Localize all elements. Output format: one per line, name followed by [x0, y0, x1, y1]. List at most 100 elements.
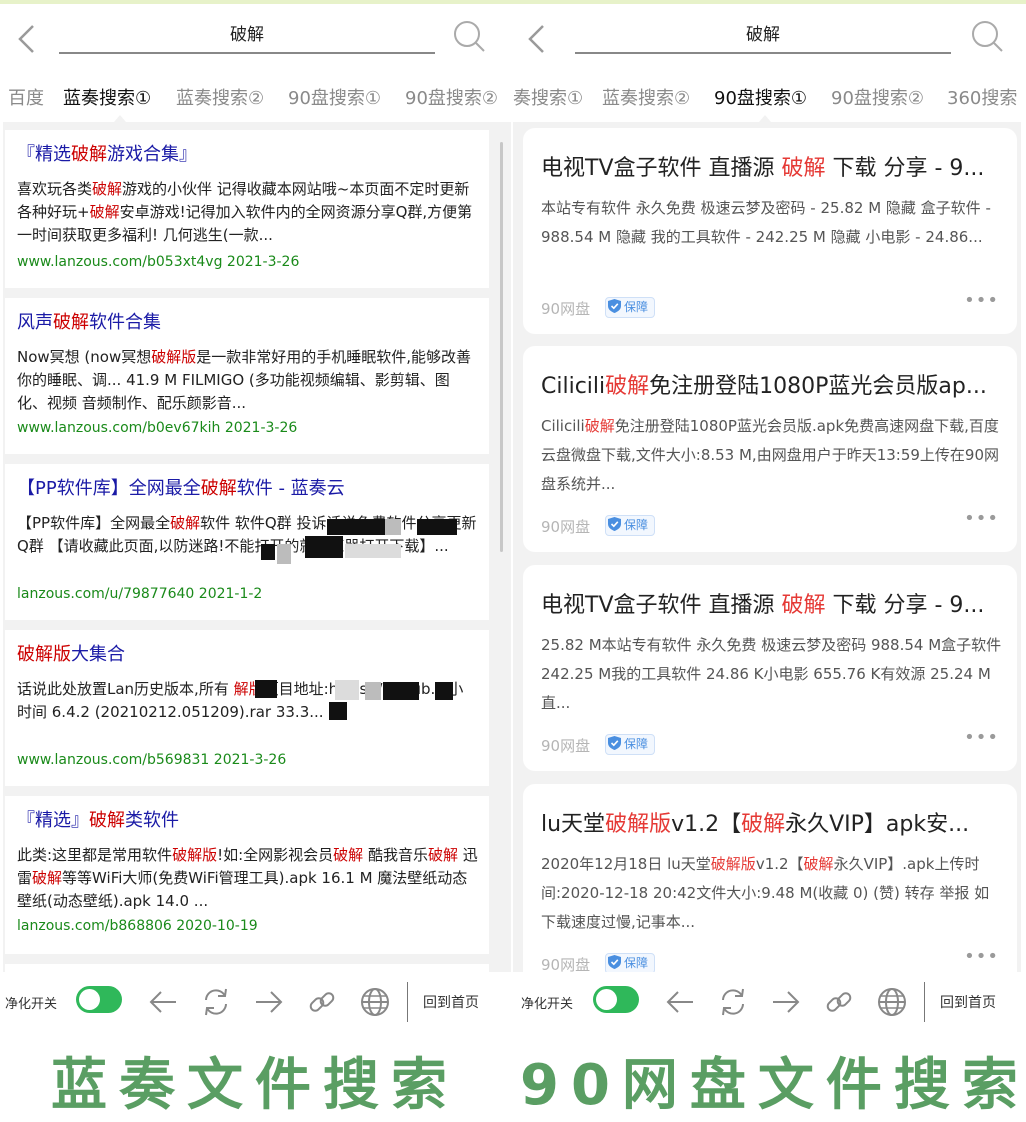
- shield-check-icon: [608, 517, 621, 531]
- result-title[interactable]: 破解版大集合: [17, 640, 477, 666]
- shield-check-icon: [608, 955, 621, 969]
- arrow-right-icon[interactable]: [253, 986, 285, 1018]
- result-card[interactable]: 『精选』破解类软件 此类:这里都是常用软件破解版!如:全网影视会员破解 酷我音乐…: [5, 796, 489, 954]
- search-query-input[interactable]: 破解: [575, 20, 951, 45]
- result-card[interactable]: 破解版大集合 话说此处放置Lan历史版本,所有 解版项目地址:https://g…: [5, 630, 489, 786]
- redaction-block: [365, 682, 381, 700]
- scrollbar[interactable]: [500, 142, 503, 552]
- caption-lanzou: 蓝奏文件搜索: [51, 1053, 459, 1118]
- toolbar-divider: [407, 982, 408, 1022]
- result-description: 【PP软件库】全网最全破解软件 软件Q群 投诉话说免费软件分享更新Q群 【请收藏…: [17, 514, 477, 555]
- toggle-knob: [79, 989, 100, 1010]
- tab-90pan-2[interactable]: 90盘搜索②: [831, 84, 924, 110]
- result-title[interactable]: 电视TV盒子软件 直播源 破解 下载 分享 - 9...: [541, 150, 1003, 182]
- search-header: 破解: [513, 4, 1021, 68]
- search-icon[interactable]: [451, 18, 487, 54]
- tab-lanzou-2[interactable]: 蓝奏搜索②: [176, 84, 264, 110]
- result-title[interactable]: 风声破解软件合集: [17, 308, 477, 334]
- search-icon[interactable]: [969, 18, 1005, 54]
- home-button[interactable]: 回到首页: [423, 992, 479, 1012]
- redaction-block: [345, 544, 401, 558]
- tab-360[interactable]: 360搜索: [947, 84, 1017, 110]
- result-url: lanzous.com/b868806 2020-10-19: [17, 918, 258, 934]
- results-list: 电视TV盒子软件 直播源 破解 下载 分享 - 9... 本站专有软件 永久免费…: [513, 122, 1021, 972]
- result-card[interactable]: 电视TV盒子软件 直播源 破解 下载 分享 - 9... 25.82 M本站专有…: [523, 565, 1017, 771]
- redaction-block: [383, 682, 419, 700]
- result-title[interactable]: 电视TV盒子软件 直播源 破解 下载 分享 - 9...: [541, 587, 1003, 619]
- bottom-toolbar: 净化开关 回到首页: [3, 972, 511, 1034]
- result-title[interactable]: Cilicili破解免注册登陆1080P蓝光会员版ap...: [541, 368, 1003, 400]
- toggle-knob: [596, 989, 617, 1010]
- result-url: www.lanzous.com/b0ev67kih 2021-3-26: [17, 420, 298, 436]
- redaction-block: [385, 519, 401, 535]
- tab-baidu[interactable]: 百度: [8, 84, 44, 110]
- arrow-left-icon[interactable]: [147, 986, 179, 1018]
- redaction-block: [261, 544, 275, 560]
- result-card[interactable]: Cilicili破解免注册登陆1080P蓝光会员版ap... Cilicili破…: [523, 346, 1017, 552]
- tab-lanzou-1[interactable]: 奏搜索①: [513, 84, 583, 110]
- tab-90pan-1[interactable]: 90盘搜索①: [288, 84, 381, 110]
- guarantee-badge: 保障: [605, 515, 656, 536]
- tab-90pan-2[interactable]: 90盘搜索②: [405, 84, 498, 110]
- more-icon[interactable]: •••: [964, 290, 999, 311]
- result-card[interactable]: [5, 964, 489, 972]
- purify-toggle[interactable]: [76, 986, 122, 1013]
- refresh-icon[interactable]: [200, 986, 232, 1018]
- active-tab-indicator: [114, 115, 126, 122]
- result-source: 90网盘: [541, 518, 591, 536]
- active-tab-indicator: [759, 115, 771, 122]
- more-icon[interactable]: •••: [964, 946, 999, 967]
- globe-icon[interactable]: [359, 986, 391, 1018]
- result-description: Cilicili破解免注册登陆1080P蓝光会员版.apk免费高速网盘下载,百度…: [541, 417, 1000, 493]
- search-query-input[interactable]: 破解: [59, 20, 435, 45]
- redaction-block: [329, 702, 347, 720]
- results-list: 『精选破解游戏合集』 喜欢玩各类破解游戏的小伙伴 记得收藏本网站哦~本页面不定时…: [3, 122, 511, 972]
- home-button[interactable]: 回到首页: [940, 992, 996, 1012]
- more-icon[interactable]: •••: [964, 508, 999, 529]
- purify-label: 净化开关: [5, 997, 58, 1012]
- bottom-toolbar: 净化开关 回到首页: [513, 972, 1021, 1034]
- redaction-block: [435, 682, 453, 700]
- result-source: 90网盘: [541, 737, 591, 755]
- redaction-block: [255, 680, 277, 698]
- shield-check-icon: [608, 299, 621, 313]
- result-card[interactable]: lu天堂破解版v1.2【破解永久VIP】apk安... 2020年12月18日 …: [523, 784, 1017, 972]
- shield-check-icon: [608, 736, 621, 750]
- tab-lanzou-2[interactable]: 蓝奏搜索②: [602, 84, 690, 110]
- result-title[interactable]: 『精选』破解类软件: [17, 806, 477, 832]
- redaction-block: [417, 519, 457, 535]
- result-url: www.lanzous.com/b053xt4vg 2021-3-26: [17, 254, 300, 270]
- result-title[interactable]: 『精选破解游戏合集』: [17, 140, 477, 166]
- tab-90pan-1[interactable]: 90盘搜索①: [714, 84, 807, 110]
- redaction-block: [335, 680, 359, 700]
- search-underline: [575, 52, 951, 54]
- purify-toggle[interactable]: [593, 986, 639, 1013]
- tab-lanzou-1[interactable]: 蓝奏搜索①: [63, 84, 151, 110]
- arrow-left-icon[interactable]: [664, 986, 696, 1018]
- result-title[interactable]: 【PP软件库】全网最全破解软件 - 蓝奏云: [17, 474, 477, 500]
- result-card[interactable]: 风声破解软件合集 Now冥想 (now冥想破解版是一款非常好用的手机睡眠软件,能…: [5, 298, 489, 454]
- link-icon[interactable]: [823, 986, 855, 1018]
- result-title[interactable]: lu天堂破解版v1.2【破解永久VIP】apk安...: [541, 806, 1003, 838]
- result-description: 本站专有软件 永久免费 极速云梦及密码 - 25.82 M 隐藏 盒子软件 - …: [541, 199, 991, 246]
- result-card[interactable]: 电视TV盒子软件 直播源 破解 下载 分享 - 9... 本站专有软件 永久免费…: [523, 128, 1017, 334]
- result-url: www.lanzous.com/b569831 2021-3-26: [17, 752, 287, 768]
- result-url: lanzous.com/u/79877640 2021-1-2: [17, 586, 263, 602]
- result-card[interactable]: 『精选破解游戏合集』 喜欢玩各类破解游戏的小伙伴 记得收藏本网站哦~本页面不定时…: [5, 130, 489, 288]
- more-icon[interactable]: •••: [964, 727, 999, 748]
- arrow-right-icon[interactable]: [770, 986, 802, 1018]
- result-card[interactable]: 【PP软件库】全网最全破解软件 - 蓝奏云 【PP软件库】全网最全破解软件 软件…: [5, 464, 489, 620]
- link-icon[interactable]: [306, 986, 338, 1018]
- result-description: 2020年12月18日 lu天堂破解版v1.2【破解永久VIP】.apk上传时间…: [541, 855, 990, 931]
- refresh-icon[interactable]: [717, 986, 749, 1018]
- redaction-block: [277, 544, 291, 564]
- back-arrow-icon[interactable]: [525, 22, 549, 56]
- search-engine-tabs: 百度 蓝奏搜索① 蓝奏搜索② 90盘搜索① 90盘搜索②: [3, 68, 511, 122]
- purify-label: 净化开关: [521, 997, 574, 1012]
- result-description: 此类:这里都是常用软件破解版!如:全网影视会员破解 酷我音乐破解 迅雷破解等等W…: [17, 846, 478, 910]
- globe-icon[interactable]: [876, 986, 908, 1018]
- guarantee-badge: 保障: [605, 734, 656, 755]
- back-arrow-icon[interactable]: [15, 22, 39, 56]
- lanzou-search-screen: 破解 百度 蓝奏搜索① 蓝奏搜索② 90盘搜索① 90盘搜索② 『精选破解游戏合…: [3, 4, 511, 1034]
- toolbar-divider: [924, 982, 925, 1022]
